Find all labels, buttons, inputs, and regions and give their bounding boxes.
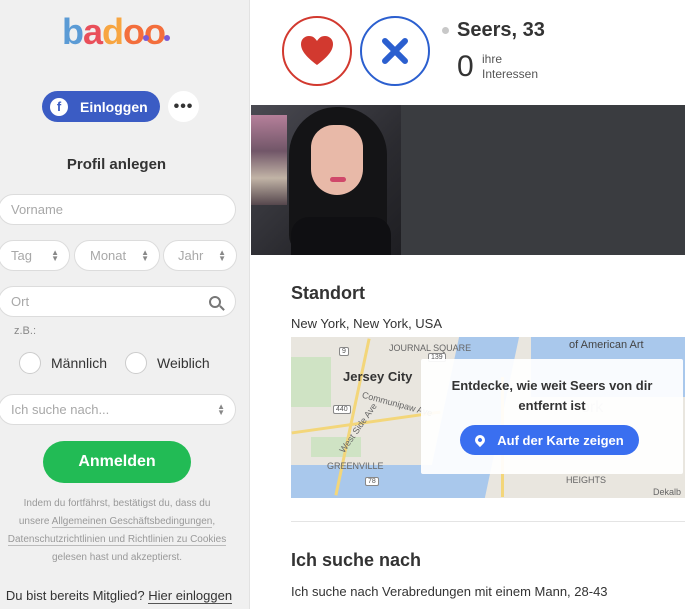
show-on-map-label: Auf der Karte zeigen — [497, 432, 624, 448]
location-pin-icon — [473, 432, 488, 448]
birth-month-placeholder: Monat — [90, 248, 127, 263]
profile-main: Seers, 33 0 ihre Interessen Standort New… — [251, 0, 685, 609]
select-arrows-icon: ▲ ▼ — [51, 247, 59, 263]
birth-day-placeholder: Tag — [11, 248, 32, 263]
location-heading: Standort — [291, 283, 365, 303]
looking-for-select[interactable]: Ich suche nach... ▲ ▼ — [0, 394, 236, 425]
gender-male-radio[interactable] — [19, 352, 41, 374]
privacy-link[interactable]: Datenschutzrichtlinien und Richtlinien z… — [7, 534, 227, 546]
heart-icon — [301, 36, 333, 65]
highway-shield: 9 — [339, 347, 349, 356]
legal-line-4: gelesen hast und akzeptierst. — [51, 552, 183, 563]
legal-line-2-suffix: , — [212, 516, 216, 527]
map-overlay-card: Entdecke, wie weit Seers von dir entfern… — [421, 359, 683, 474]
map-overlay-text: Entdecke, wie weit Seers von dir entfern… — [421, 376, 683, 416]
map-city-label: Jersey City — [343, 369, 413, 384]
photo-strip — [251, 105, 685, 255]
login-options: f Einloggen ••• — [42, 91, 199, 122]
interests-label: ihre Interessen — [482, 52, 538, 82]
profile-name-age: Seers, 33 — [457, 19, 545, 41]
birth-year-placeholder: Jahr — [178, 248, 204, 263]
example-label: z.B.: — [14, 325, 37, 337]
like-button[interactable] — [282, 16, 352, 86]
interests-count: 0 — [457, 50, 474, 83]
birth-day-select[interactable]: Tag ▲ ▼ — [0, 240, 70, 271]
svg-text:badoo: badoo — [62, 11, 165, 52]
facebook-icon: f — [50, 97, 68, 116]
highway-shield: 78 — [365, 477, 379, 486]
location-map[interactable]: JOURNAL SQUARE Communipaw Ave West Side … — [291, 337, 685, 498]
highway-shield: 440 — [333, 405, 351, 414]
dislike-button[interactable] — [360, 16, 430, 86]
section-divider — [291, 521, 685, 522]
select-arrows-icon: ▲ ▼ — [141, 247, 149, 263]
map-overlay-line-2: entfernt ist — [518, 398, 586, 413]
select-arrows-icon: ▲ ▼ — [218, 247, 226, 263]
map-label: Dekalb A — [653, 487, 682, 498]
gender-male-label[interactable]: Männlich — [51, 355, 107, 371]
legal-notice: Indem du fortfährst, bestätigst du, dass… — [0, 495, 234, 567]
looking-for-text: Ich suche nach Verabredungen mit einem M… — [291, 584, 608, 599]
birth-month-select[interactable]: Monat ▲ ▼ — [74, 240, 160, 271]
gender-female-radio[interactable] — [125, 352, 148, 374]
badoo-logo[interactable]: badoo — [60, 10, 190, 56]
looking-for-heading: Ich suche nach — [291, 550, 422, 570]
profile-photo[interactable] — [251, 105, 401, 255]
show-on-map-button[interactable]: Auf der Karte zeigen — [460, 425, 639, 455]
signup-sidebar: badoo f Einloggen ••• Profil anlegen Vor… — [0, 0, 250, 609]
interests-label-1: ihre — [482, 52, 503, 66]
select-arrows-icon: ▲ ▼ — [217, 401, 225, 417]
map-poi-label: of American Art — [569, 339, 644, 351]
more-options-icon[interactable]: ••• — [168, 91, 199, 122]
first-name-input[interactable]: Vorname — [0, 194, 236, 225]
facebook-login-button[interactable]: f Einloggen — [42, 91, 160, 122]
location-placeholder: Ort — [11, 294, 30, 309]
first-name-placeholder: Vorname — [11, 202, 64, 217]
map-label: GREENVILLE — [327, 461, 384, 471]
member-login-prompt: Du bist bereits Mitglied? Hier einloggen — [0, 588, 238, 604]
profile-create-title: Profil anlegen — [66, 156, 167, 173]
birth-year-select[interactable]: Jahr ▲ ▼ — [163, 240, 237, 271]
member-prompt-text: Du bist bereits Mitglied? — [5, 588, 145, 603]
map-label: HEIGHTS — [566, 475, 607, 485]
search-icon[interactable] — [209, 295, 221, 308]
map-overlay-line-1: Entdecke, wie weit Seers von dir — [451, 378, 653, 393]
member-login-link[interactable]: Hier einloggen — [148, 588, 233, 604]
gender-female-label[interactable]: Weiblich — [157, 355, 210, 371]
close-icon — [382, 38, 408, 64]
facebook-login-label: Einloggen — [80, 98, 148, 115]
location-input[interactable]: Ort — [0, 286, 236, 317]
legal-line-2-prefix: unsere — [18, 516, 52, 527]
terms-link[interactable]: Allgemeinen Geschäftsbedingungen — [51, 516, 213, 528]
looking-for-placeholder: Ich suche nach... — [11, 402, 110, 417]
map-label: JOURNAL SQUARE — [389, 343, 472, 353]
location-text: New York, New York, USA — [291, 316, 443, 331]
gender-options: Männlich Weiblich — [19, 352, 228, 374]
signup-button[interactable]: Anmelden — [43, 441, 191, 483]
online-status-dot — [442, 27, 449, 34]
interests-label-2: Interessen — [482, 67, 539, 81]
legal-line-1: Indem du fortfährst, bestätigst du, dass… — [23, 498, 211, 509]
